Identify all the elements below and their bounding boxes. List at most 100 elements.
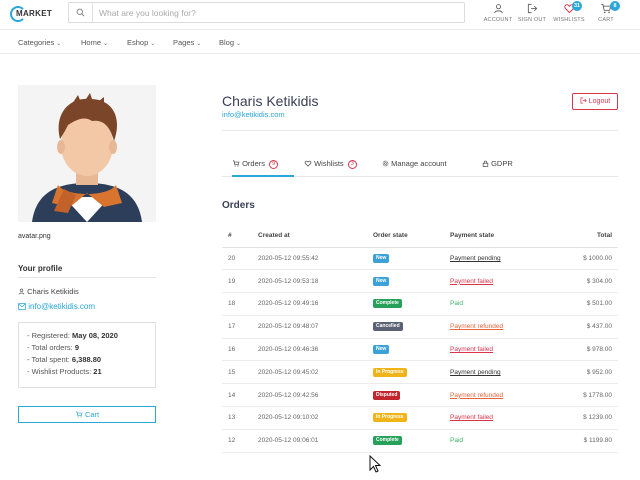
order-state-badge: Disputed [373, 390, 401, 400]
search-bar [68, 2, 465, 23]
order-total: $ 437.00 [544, 315, 618, 339]
sign-out-button[interactable]: SIGN OUT [515, 3, 549, 23]
order-total: $ 501.00 [544, 292, 618, 316]
nav-pages[interactable]: Pages ⌄ [173, 38, 201, 47]
nav-label: Pages [173, 38, 195, 47]
order-state-cell: Complete [367, 292, 444, 316]
payment-state-link[interactable]: Payment pending [450, 255, 501, 262]
mouse-cursor-icon [369, 454, 382, 475]
cart-icon [75, 411, 83, 418]
stat-value: 9 [74, 343, 79, 352]
chevron-down-icon: ⌄ [150, 41, 156, 47]
payment-state-link[interactable]: Paid [450, 437, 463, 444]
payment-state-link[interactable]: Paid [450, 300, 463, 307]
table-row[interactable]: 15 2020-05-12 09:45:02 In Progress Payment … [222, 360, 618, 385]
payment-state-cell: Payment refunded [444, 315, 544, 339]
payment-state-link[interactable]: Payment failed [450, 278, 493, 285]
col-payment-state: Payment state [444, 225, 544, 248]
main-nav: Categories ⌄ Home ⌄ Eshop ⌄ Pages ⌄ Blog ⌄ [0, 31, 640, 54]
order-state-cell: In Progress [367, 360, 444, 385]
payment-state-link[interactable]: Payment failed [450, 346, 493, 353]
table-row[interactable]: 16 2020-05-12 09:46:36 New Payment failed $ … [222, 338, 618, 362]
nav-eshop[interactable]: Eshop ⌄ [127, 38, 155, 47]
divider [222, 130, 618, 131]
table-row[interactable]: 12 2020-05-12 09:06:01 Complete Paid $ 1199.… [222, 429, 618, 453]
nav-label: Blog [219, 38, 235, 47]
avatar-illustration [18, 85, 156, 222]
payment-state-link[interactable]: Payment refunded [450, 392, 503, 399]
cart-button[interactable]: 8 CART [589, 1, 623, 23]
order-id: 20 [222, 247, 252, 271]
order-id: 17 [222, 315, 252, 339]
payment-state-cell: Payment pending [444, 247, 544, 271]
sidebar-cart-button[interactable]: Cart [18, 406, 156, 423]
table-row[interactable]: 17 2020-05-12 09:48:07 Cancelled Payment re… [222, 315, 618, 339]
chevron-down-icon: ⌄ [236, 41, 242, 47]
order-id: 12 [222, 429, 252, 453]
tab-orders[interactable]: Orders 9 [232, 159, 294, 177]
table-row[interactable]: 19 2020-05-12 09:53:18 New Payment failed $ … [222, 269, 618, 294]
account-label: ACCOUNT [483, 17, 513, 23]
order-state-badge: Complete [373, 436, 402, 446]
order-id: 14 [222, 383, 252, 408]
table-row[interactable]: 18 2020-05-12 09:49:16 Complete Paid $ 501.0… [222, 292, 618, 316]
logout-label: Logout [588, 98, 611, 105]
tab-gdpr[interactable]: GDPR [482, 159, 513, 177]
user-icon [18, 288, 25, 295]
payment-state-cell: Paid [444, 429, 544, 453]
payment-state-cell: Payment pending [444, 360, 544, 385]
payment-state-link[interactable]: Payment failed [450, 414, 493, 421]
table-row[interactable]: 13 2020-05-12 09:10:02 In Progress Payment … [222, 406, 618, 430]
order-total: $ 1778.00 [544, 383, 618, 408]
profile-email-text: info@ketikidis.com [28, 302, 96, 311]
profile-tabs: Orders 9 Wishlists 3 Manage account GDPR [222, 155, 618, 177]
tab-count-badge: 3 [347, 160, 357, 169]
order-state-cell: New [367, 247, 444, 271]
logo[interactable]: MARKET [10, 5, 54, 23]
account-button[interactable]: ACCOUNT [481, 3, 515, 23]
nav-categories[interactable]: Categories ⌄ [18, 38, 61, 47]
wishlists-button[interactable]: 31 WISHLISTS [552, 1, 586, 23]
nav-label: Categories [18, 38, 55, 47]
order-created: 2020-05-12 09:46:36 [252, 338, 367, 362]
order-state-badge: Complete [373, 299, 402, 309]
payment-state-link[interactable]: Payment refunded [450, 323, 503, 330]
nav-blog[interactable]: Blog ⌄ [219, 38, 241, 47]
cart-button-label: Cart [84, 410, 100, 419]
stat-registered: - Registered: May 08, 2020 [27, 330, 147, 342]
table-row[interactable]: 20 2020-05-12 09:55:42 New Payment pending $… [222, 247, 618, 271]
nav-home[interactable]: Home ⌄ [81, 38, 108, 47]
payment-state-cell: Payment failed [444, 269, 544, 294]
page-title: Charis Ketikidis [222, 93, 319, 109]
order-state-cell: In Progress [367, 406, 444, 430]
order-state-badge: New [373, 276, 390, 286]
user-email-link[interactable]: info@ketikidis.com [222, 110, 285, 119]
stat-value: May 08, 2020 [72, 331, 118, 340]
order-created: 2020-05-12 09:49:16 [252, 292, 367, 316]
order-total: $ 1000.00 [544, 247, 618, 271]
order-total: $ 1199.80 [544, 429, 618, 453]
order-id: 13 [222, 406, 252, 430]
order-created: 2020-05-12 09:10:02 [252, 406, 367, 430]
payment-state-cell: Payment failed [444, 338, 544, 362]
tab-count-badge: 9 [269, 160, 279, 169]
logout-button[interactable]: Logout [572, 93, 618, 110]
order-created: 2020-05-12 09:55:42 [252, 247, 367, 271]
order-state-badge: In Progress [373, 413, 407, 423]
col-id: # [222, 225, 252, 248]
tab-label: Manage account [391, 159, 447, 168]
tab-manage-account[interactable]: Manage account [382, 159, 447, 177]
order-total: $ 952.00 [544, 360, 618, 385]
search-input[interactable] [99, 5, 459, 20]
payment-state-link[interactable]: Payment pending [450, 369, 501, 376]
cart-icon [232, 160, 240, 167]
site-header: MARKET ACCOUNT SIGN OUT 31 WISHLISTS 8 C… [0, 0, 640, 30]
order-created: 2020-05-12 09:45:02 [252, 360, 367, 385]
table-row[interactable]: 14 2020-05-12 09:42:56 Disputed Payment ref… [222, 383, 618, 408]
profile-stats: - Registered: May 08, 2020 - Total order… [18, 322, 156, 388]
search-icon[interactable] [69, 3, 93, 22]
orders-table: # Created at Order state Payment state T… [222, 225, 618, 453]
order-state-badge: In Progress [373, 367, 407, 377]
tab-wishlists[interactable]: Wishlists 3 [304, 159, 357, 177]
profile-email[interactable]: info@ketikidis.com [18, 302, 95, 311]
